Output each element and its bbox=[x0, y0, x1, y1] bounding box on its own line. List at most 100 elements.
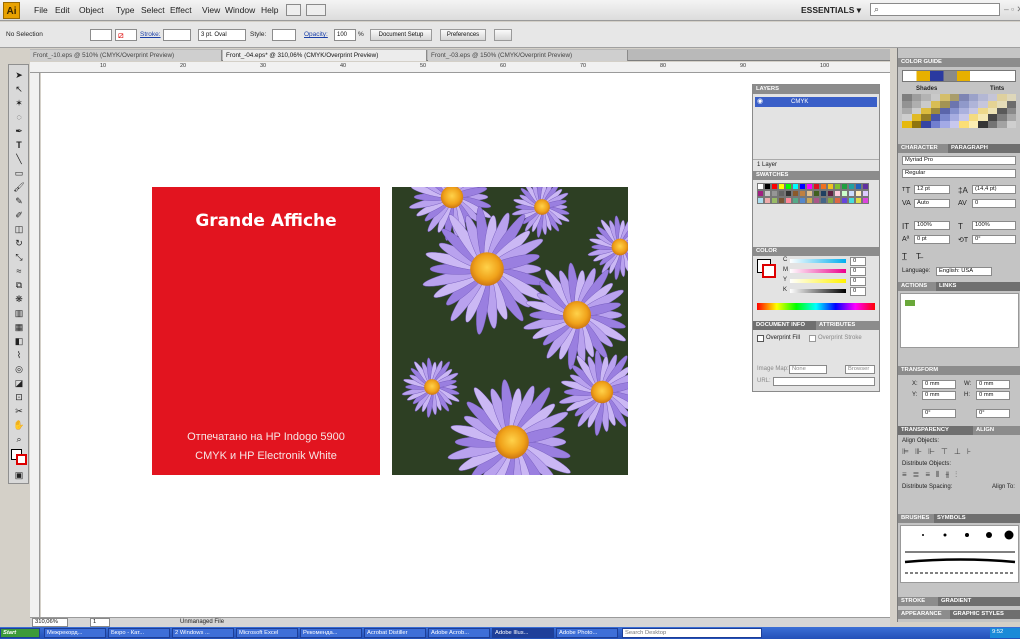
color-swatch[interactable] bbox=[792, 183, 799, 190]
brushes-list[interactable] bbox=[900, 525, 1019, 583]
stroke-tab[interactable]: STROKE bbox=[898, 597, 938, 606]
color-swatch[interactable] bbox=[792, 190, 799, 197]
search-input[interactable]: ⌕ bbox=[870, 3, 1000, 16]
color-guide-cell[interactable] bbox=[997, 121, 1007, 128]
gradient-tab[interactable]: GRADIENT bbox=[938, 597, 1020, 606]
brushes-tab[interactable]: BRUSHES bbox=[898, 514, 934, 523]
file-status[interactable]: Unmanaged File bbox=[180, 619, 224, 625]
magic-wand-tool-icon[interactable]: ✶ bbox=[12, 97, 26, 109]
selection-tool-icon[interactable]: ➤ bbox=[12, 69, 26, 81]
color-guide-cell[interactable] bbox=[968, 114, 978, 122]
stroke-color-swatch[interactable]: ⧄ bbox=[115, 29, 137, 41]
color-swatch[interactable] bbox=[813, 197, 820, 204]
color-guide-cell[interactable] bbox=[921, 100, 931, 108]
color-guide-cell[interactable] bbox=[968, 100, 978, 108]
taskbar-item-active[interactable]: Adobe Illus... bbox=[492, 628, 554, 638]
color-guide-cell[interactable] bbox=[1006, 94, 1016, 101]
color-guide-cell[interactable] bbox=[921, 114, 931, 122]
poster-red-panel[interactable]: Grande Affiche Отпечатано на HP Indogo 5… bbox=[152, 187, 380, 475]
workspace-switcher[interactable]: ESSENTIALS ▾ bbox=[801, 5, 861, 16]
color-swatch[interactable] bbox=[757, 197, 764, 204]
magenta-value[interactable]: 0 bbox=[850, 267, 866, 276]
tracking-input[interactable]: 0 bbox=[972, 199, 1016, 208]
color-guide-cell[interactable] bbox=[997, 107, 1007, 115]
color-guide-cell[interactable] bbox=[968, 121, 978, 128]
mesh-tool-icon[interactable]: ▦ bbox=[12, 321, 26, 333]
color-guide-cell[interactable] bbox=[1006, 114, 1016, 122]
color-swatch[interactable] bbox=[813, 183, 820, 190]
color-guide-cell[interactable] bbox=[978, 100, 988, 108]
taskbar-item[interactable]: Бюрo - Кат... bbox=[108, 628, 170, 638]
color-guide-cell[interactable] bbox=[949, 107, 959, 115]
align-objects-buttons[interactable]: ⊫⊪⊩⊤⊥⊦ bbox=[902, 447, 1018, 457]
color-guide-cell[interactable] bbox=[911, 100, 921, 108]
color-guide-cell[interactable] bbox=[930, 100, 940, 108]
menu-type[interactable]: Type bbox=[116, 5, 134, 15]
stroke-label[interactable]: Stroke: bbox=[140, 31, 161, 38]
menu-file[interactable]: File bbox=[34, 5, 48, 15]
bridge-icon[interactable] bbox=[286, 4, 301, 16]
color-swatch[interactable] bbox=[841, 183, 848, 190]
color-swatch[interactable] bbox=[862, 197, 869, 204]
color-swatch[interactable] bbox=[757, 183, 764, 190]
color-swatch[interactable] bbox=[778, 190, 785, 197]
attributes-tab[interactable]: ATTRIBUTES bbox=[816, 321, 879, 330]
opacity-label[interactable]: Opacity: bbox=[304, 31, 328, 38]
eraser-tool-icon[interactable]: ◫ bbox=[12, 223, 26, 235]
window-controls[interactable]: – ▫ ✕ bbox=[1004, 4, 1020, 15]
color-swatch[interactable] bbox=[848, 190, 855, 197]
graph-tool-icon[interactable]: ▥ bbox=[12, 307, 26, 319]
color-guide-cell[interactable] bbox=[959, 114, 969, 122]
color-swatch[interactable] bbox=[806, 190, 813, 197]
color-guide-cell[interactable] bbox=[911, 114, 921, 122]
leading-input[interactable]: (14,4 pt) bbox=[972, 185, 1016, 194]
arrange-icon[interactable] bbox=[494, 29, 512, 41]
color-guide-cell[interactable] bbox=[949, 114, 959, 122]
color-swatch[interactable] bbox=[778, 183, 785, 190]
blend-tool-icon[interactable]: ◎ bbox=[12, 363, 26, 375]
taskbar-item[interactable]: Adobe Photo... bbox=[556, 628, 618, 638]
color-guide-cell[interactable] bbox=[997, 114, 1007, 122]
language-select[interactable]: English: USA bbox=[936, 267, 992, 276]
color-guide-cell[interactable] bbox=[902, 100, 912, 108]
color-guide-cell[interactable] bbox=[987, 107, 997, 115]
color-swatch[interactable] bbox=[771, 190, 778, 197]
character-rotation-input[interactable]: 0° bbox=[972, 235, 1016, 244]
tab-document-3[interactable]: Front_-03.eps @ 150% (CMYK/Overprint Pre… bbox=[428, 50, 628, 61]
color-guide-cell[interactable] bbox=[911, 94, 921, 101]
color-guide-cell[interactable] bbox=[1006, 107, 1016, 115]
horizontal-scale-input[interactable]: 100% bbox=[972, 221, 1016, 230]
color-guide-cell[interactable] bbox=[930, 94, 940, 101]
font-style-select[interactable]: Regular bbox=[902, 169, 1016, 178]
color-guide-cell[interactable] bbox=[978, 107, 988, 115]
color-swatch[interactable] bbox=[764, 197, 771, 204]
color-guide-cell[interactable] bbox=[930, 121, 940, 128]
color-swatch[interactable] bbox=[792, 197, 799, 204]
distribute-objects-buttons[interactable]: ≡≣≡⫴⫵⫶ bbox=[902, 470, 1018, 480]
tab-document-1[interactable]: Front_-10.eps @ 510% (CMYK/Overprint Pre… bbox=[30, 50, 222, 61]
color-guide-cell[interactable] bbox=[949, 94, 959, 101]
artboard-tool-icon[interactable]: ⊡ bbox=[12, 391, 26, 403]
font-family-select[interactable]: Myriad Pro bbox=[902, 156, 1016, 165]
color-swatch[interactable] bbox=[799, 183, 806, 190]
fill-color-swatch[interactable] bbox=[90, 29, 112, 41]
height-input[interactable]: 0 mm bbox=[976, 391, 1010, 400]
eyedropper-tool-icon[interactable]: ⌇ bbox=[12, 349, 26, 361]
style-select[interactable] bbox=[272, 29, 296, 41]
color-guide-cell[interactable] bbox=[949, 100, 959, 108]
font-size-input[interactable]: 12 pt bbox=[914, 185, 950, 194]
opacity-input[interactable]: 100 bbox=[334, 29, 356, 41]
links-tab[interactable]: LINKS bbox=[936, 282, 1020, 291]
magenta-slider[interactable] bbox=[790, 269, 846, 273]
harmony-colors-bar[interactable] bbox=[902, 70, 1016, 82]
color-guide-cell[interactable] bbox=[930, 107, 940, 115]
color-guide-cell[interactable] bbox=[968, 107, 978, 115]
rotate-angle-input[interactable]: 0° bbox=[922, 409, 956, 418]
color-guide-cell[interactable] bbox=[978, 121, 988, 128]
color-swatch[interactable] bbox=[848, 183, 855, 190]
color-swatch[interactable] bbox=[799, 197, 806, 204]
color-guide-cell[interactable] bbox=[911, 107, 921, 115]
color-guide-cell[interactable] bbox=[940, 121, 950, 128]
color-swatch[interactable] bbox=[855, 183, 862, 190]
black-value[interactable]: 0 bbox=[850, 287, 866, 296]
